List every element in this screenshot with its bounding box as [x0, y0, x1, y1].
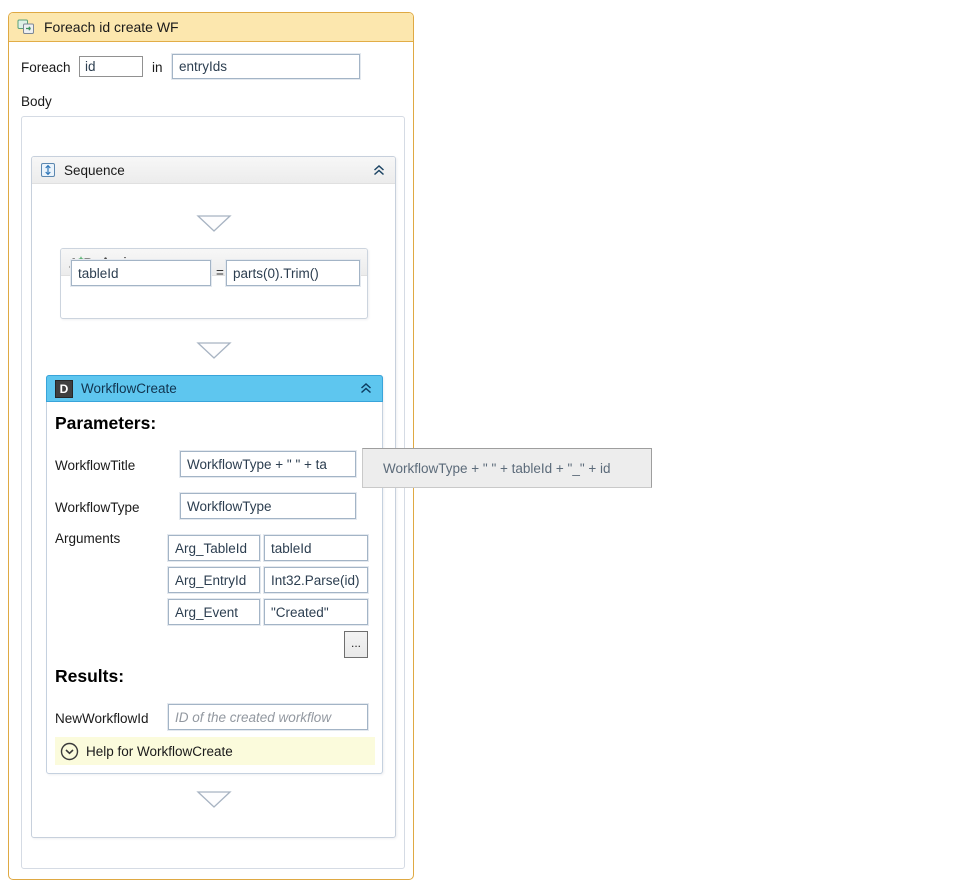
- drop-target-triangle[interactable]: [196, 214, 232, 233]
- argument-name-input[interactable]: [168, 567, 260, 593]
- sequence-title: Sequence: [64, 163, 125, 178]
- sequence-activity: Sequence A+B Assign: [31, 156, 396, 838]
- workflowcreate-activity: D WorkflowCreate Parameters: WorkflowTit…: [46, 375, 383, 774]
- drop-triangle-icon: [196, 341, 232, 360]
- assign-activity: A+B Assign =: [60, 248, 368, 319]
- foreach-item-input[interactable]: [79, 56, 143, 77]
- help-expander[interactable]: Help for WorkflowCreate: [55, 737, 375, 765]
- arguments-more-button[interactable]: ...: [344, 631, 368, 658]
- foreach-icon: [17, 19, 35, 35]
- workflowtype-label: WorkflowType: [55, 500, 140, 515]
- help-label: Help for WorkflowCreate: [86, 744, 233, 759]
- workflowcreate-header[interactable]: D WorkflowCreate: [46, 375, 383, 402]
- assign-value-input[interactable]: [226, 260, 360, 286]
- foreach-collection-input[interactable]: [172, 54, 360, 79]
- foreach-activity-title: Foreach id create WF: [44, 19, 179, 35]
- foreach-activity: Foreach id create WF Foreach in Body Seq…: [8, 12, 414, 880]
- parameters-heading: Parameters:: [55, 413, 156, 434]
- body-label: Body: [21, 94, 52, 109]
- assign-to-input[interactable]: [71, 260, 211, 286]
- workflowtitle-label: WorkflowTitle: [55, 458, 135, 473]
- chevron-double-up-icon: [372, 164, 386, 177]
- argument-name-input[interactable]: [168, 535, 260, 561]
- sequence-header[interactable]: Sequence: [32, 157, 395, 184]
- expression-tooltip: WorkflowType + " " + tableId + "_" + id: [362, 448, 652, 488]
- chevron-double-up-icon: [359, 382, 373, 395]
- drop-triangle-icon: [196, 214, 232, 233]
- argument-name-input[interactable]: [168, 599, 260, 625]
- results-heading: Results:: [55, 666, 124, 687]
- foreach-body-container: Sequence A+B Assign: [21, 116, 405, 869]
- newworkflowid-input[interactable]: [168, 704, 368, 730]
- drop-triangle-icon: [196, 790, 232, 809]
- foreach-label: Foreach: [21, 60, 71, 75]
- workflowtitle-input[interactable]: [180, 451, 356, 477]
- sequence-collapse-button[interactable]: [371, 162, 387, 178]
- arguments-label: Arguments: [55, 531, 120, 546]
- argument-value-input[interactable]: [264, 567, 368, 593]
- help-chevron-circle-icon: [60, 742, 79, 761]
- equals-sign: =: [216, 265, 224, 280]
- argument-value-input[interactable]: [264, 599, 368, 625]
- newworkflowid-label: NewWorkflowId: [55, 711, 149, 726]
- drop-target-triangle[interactable]: [196, 341, 232, 360]
- workflowcreate-title: WorkflowCreate: [81, 381, 177, 396]
- workflowcreate-icon: D: [55, 380, 73, 398]
- drop-target-triangle[interactable]: [196, 790, 232, 809]
- workflowtype-input[interactable]: [180, 493, 356, 519]
- foreach-activity-header[interactable]: Foreach id create WF: [9, 13, 413, 42]
- workflowcreate-collapse-button[interactable]: [358, 381, 374, 397]
- argument-value-input[interactable]: [264, 535, 368, 561]
- in-label: in: [152, 60, 163, 75]
- sequence-icon: [40, 162, 56, 178]
